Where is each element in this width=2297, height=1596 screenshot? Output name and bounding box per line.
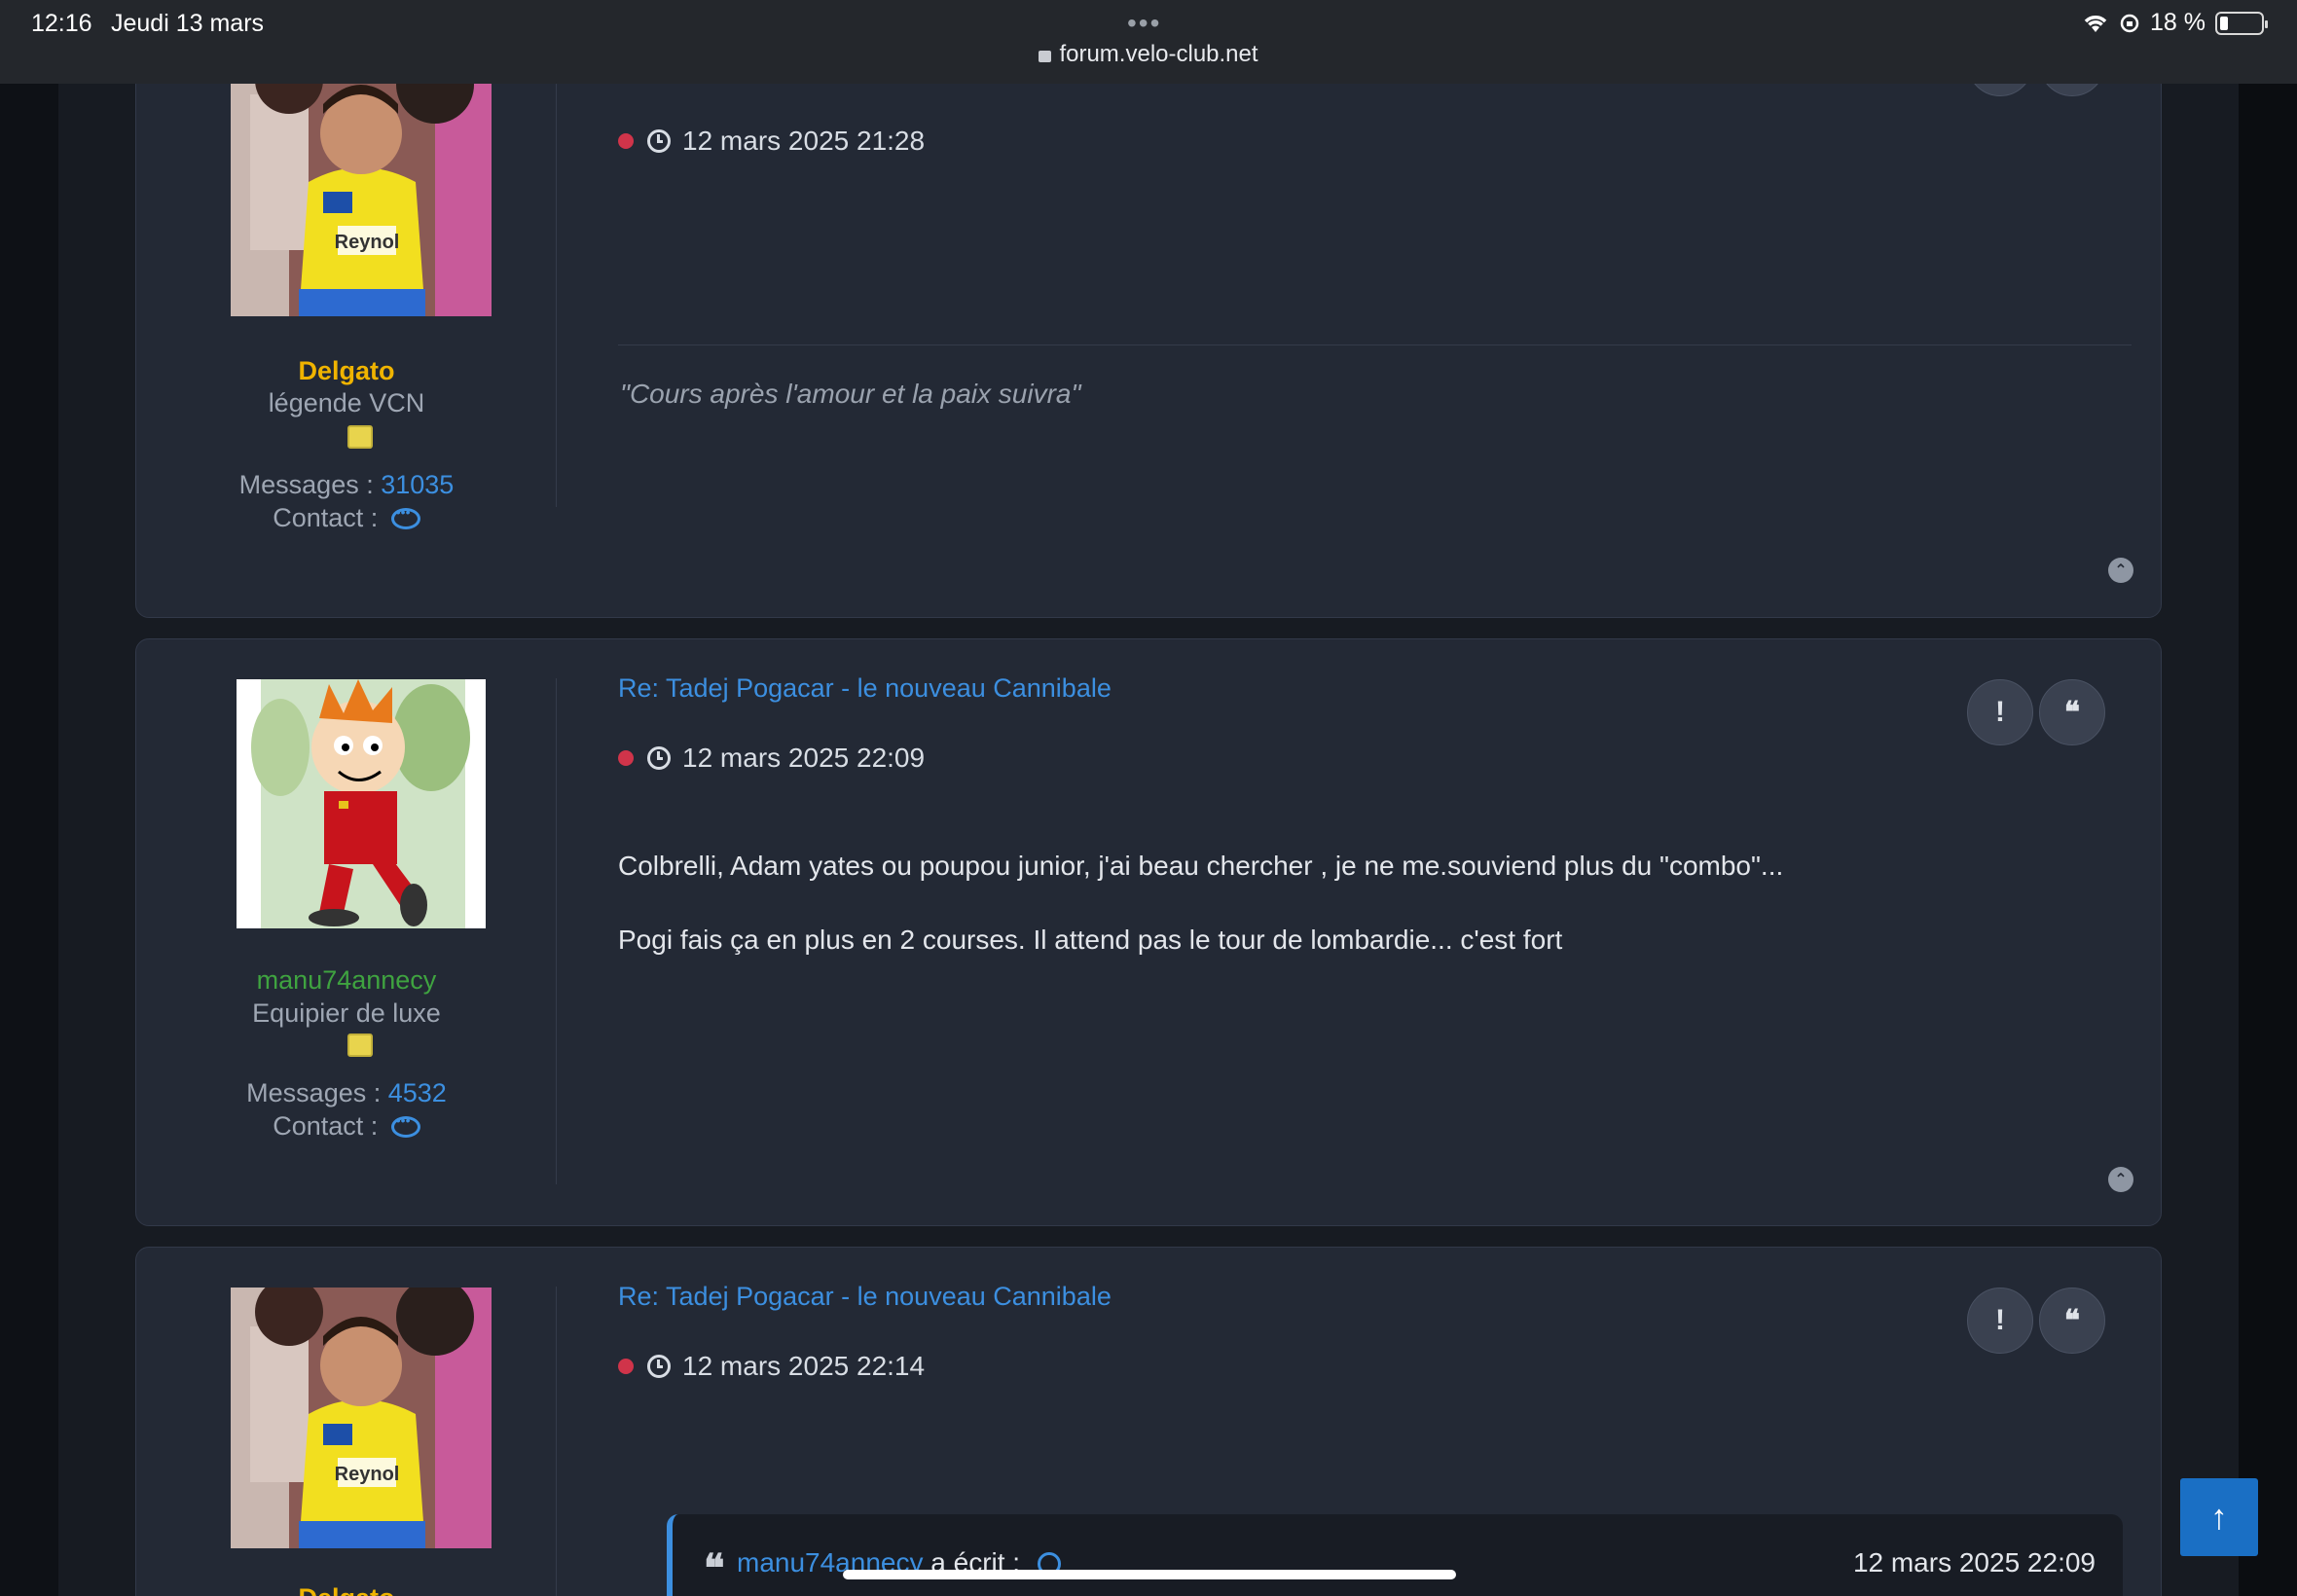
unread-dot-icon [618,133,634,149]
status-date: Jeudi 13 mars [111,10,265,37]
go-top-icon[interactable]: ⌃ [2108,1167,2133,1192]
post-date[interactable]: 12 mars 2025 22:14 [682,1351,925,1382]
clock-icon [647,1355,671,1378]
messages-label: Messages : [238,470,374,499]
messages-count[interactable]: 4532 [388,1078,447,1107]
avatar[interactable]: Reynol [231,1288,492,1548]
post-card: Reynol Delgato légende VCN Messages : 31… [135,0,2162,618]
post-meta: 12 mars 2025 21:28 [618,126,925,157]
url-text: forum.velo-club.net [1059,41,1258,67]
profile-separator [556,1287,557,1596]
home-indicator[interactable] [843,1570,1456,1579]
post-date[interactable]: 12 mars 2025 22:09 [682,743,925,774]
svg-text:Reynol: Reynol [335,232,400,253]
avatar[interactable]: Reynol [231,55,492,316]
profile-separator [556,678,557,1184]
contact-label: Contact : [273,503,379,532]
avatar-image [237,679,486,928]
post-meta: 12 mars 2025 22:09 [618,743,925,774]
battery-percent: 18 % [2150,9,2206,36]
report-button[interactable]: ! [1967,679,2033,745]
post-card: manu74annecy Equipier de luxe Messages :… [135,638,2162,1226]
avatar[interactable] [237,679,486,928]
post-title[interactable]: Re: Tadej Pogacar - le nouveau Cannibale [618,1282,1112,1312]
username[interactable]: Delgato [136,356,557,386]
username[interactable]: Delgato [136,1583,557,1596]
quote-block: ❝ manu74annecy a écrit : 12 mars 2025 22… [667,1514,2123,1596]
signature: "Cours après l'amour et la paix suivra" [620,379,1081,409]
unread-dot-icon [618,750,634,766]
post-body-line: Colbrelli, Adam yates ou poupou junior, … [618,851,1784,881]
quote-button[interactable]: ❝ [2039,1288,2105,1354]
status-time: 12:16 [31,10,92,37]
post-date[interactable]: 12 mars 2025 21:28 [682,126,925,157]
rotation-lock-icon [2120,14,2139,32]
post-meta: 12 mars 2025 22:14 [618,1351,925,1382]
avatar-image: Reynol [231,55,492,316]
back-to-top-button[interactable]: ↑ [2180,1478,2258,1556]
rank-badge-icon [347,1034,373,1057]
battery-icon [2215,11,2268,35]
post-card: Reynol Delgato Re: Tadej Pogacar - le no… [135,1247,2162,1596]
clock-icon [647,746,671,770]
go-top-icon[interactable]: ⌃ [2108,558,2133,583]
address-bar[interactable]: forum.velo-club.net [0,41,2297,68]
contact-stat: Contact : [136,503,557,533]
report-button[interactable]: ! [1967,1288,2033,1354]
profile-separator [556,30,557,507]
messages-label: Messages : [246,1078,382,1107]
unread-dot-icon [618,1359,634,1374]
contact-chat-icon[interactable] [390,504,420,529]
contact-stat: Contact : [136,1111,557,1142]
username[interactable]: manu74annecy [136,965,557,996]
status-indicators: 18 % [2082,9,2268,37]
post-title[interactable]: Re: Tadej Pogacar - le nouveau Cannibale [618,673,1112,704]
quote-button[interactable]: ❝ [2039,679,2105,745]
avatar-image: Reynol [231,1288,492,1548]
wifi-icon [2084,15,2107,32]
status-bar: 12:16 Jeudi 13 mars ••• forum.velo-club.… [0,0,2297,84]
quote-date: 12 mars 2025 22:09 [1852,1547,2096,1578]
contact-chat-icon[interactable] [390,1112,420,1138]
clock-icon [647,129,671,153]
quote-icon: ❝ [704,1545,725,1591]
more-options-icon[interactable]: ••• [1127,8,1161,39]
messages-stat: Messages : 31035 [136,470,557,500]
contact-label: Contact : [273,1111,379,1141]
svg-text:Reynol: Reynol [335,1464,400,1485]
user-rank: Equipier de luxe [252,998,441,1028]
user-rank: légende VCN [268,388,425,417]
messages-stat: Messages : 4532 [136,1078,557,1108]
lock-icon [1039,51,1052,62]
messages-count[interactable]: 31035 [381,470,454,499]
post-body-line: Pogi fais ça en plus en 2 courses. Il at… [618,925,1563,955]
rank-badge-icon [347,425,373,449]
page-edge [2239,0,2297,1596]
